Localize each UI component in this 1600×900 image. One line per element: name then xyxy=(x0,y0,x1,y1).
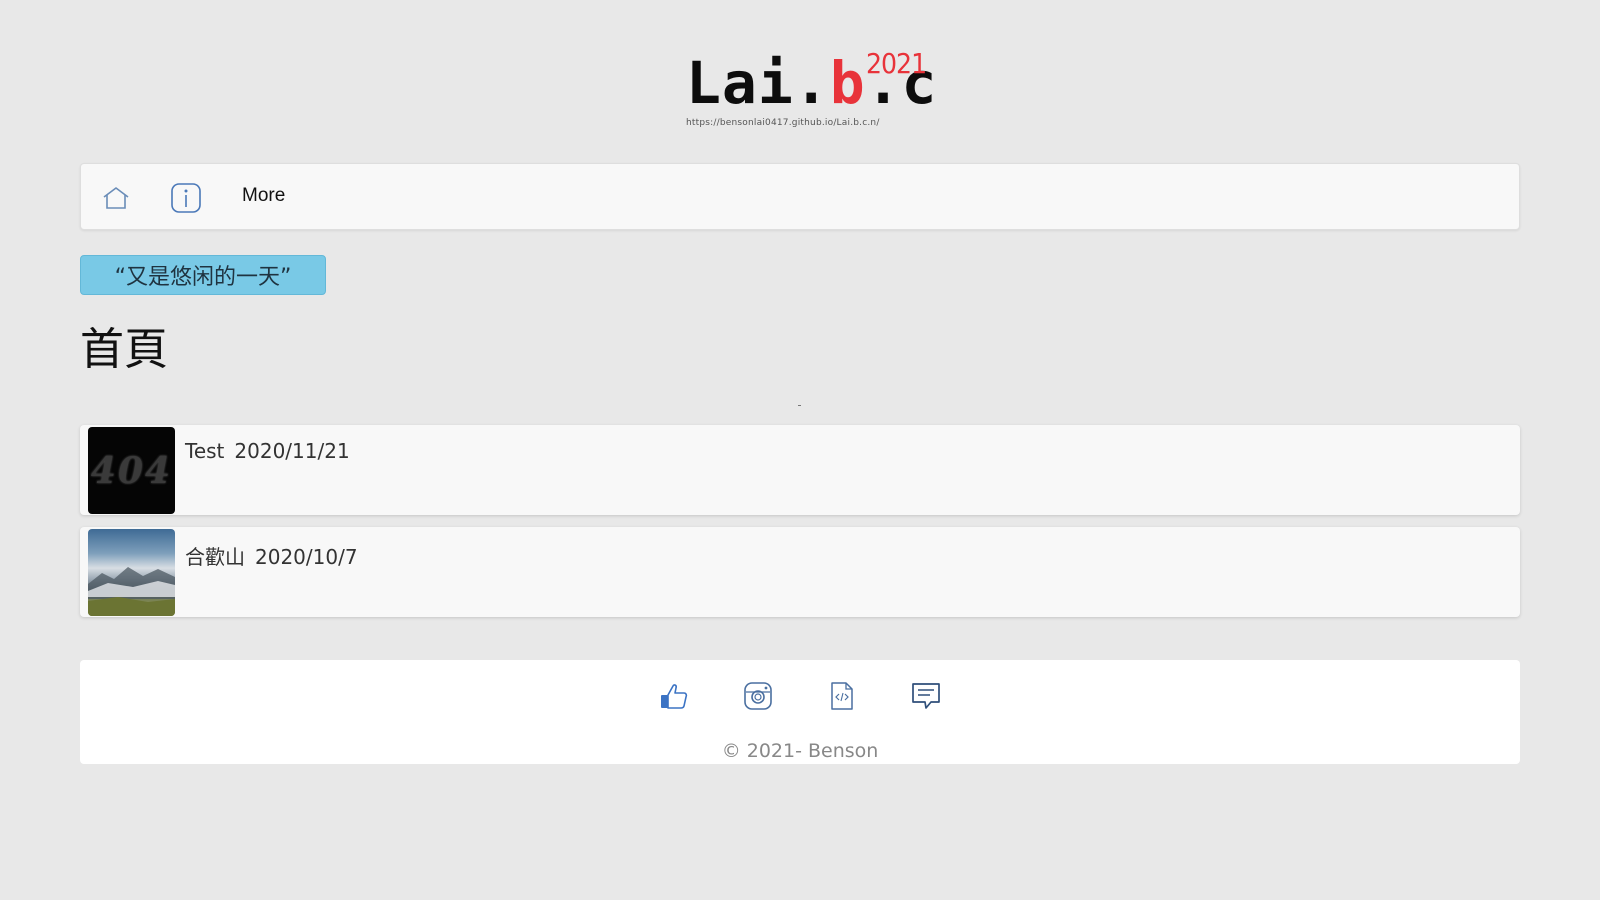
post-heading: Test 2020/11/21 xyxy=(185,439,350,463)
post-item[interactable]: 404 Test 2020/11/21 xyxy=(80,425,1520,515)
social-links xyxy=(80,680,1520,712)
logo-url: https://bensonlai0417.github.io/Lai.b.c.… xyxy=(686,118,880,128)
post-title: 合歡山 xyxy=(185,545,245,569)
post-date: 2020/11/21 xyxy=(234,439,350,463)
navbar: More xyxy=(80,163,1520,230)
logo-year: 2021 xyxy=(866,47,927,80)
footer: © 2021- Benson xyxy=(80,660,1520,764)
comment-icon[interactable] xyxy=(910,680,942,712)
thumbs-up-icon[interactable] xyxy=(658,680,690,712)
instagram-icon[interactable] xyxy=(742,680,774,712)
copyright-text: © 2021- Benson xyxy=(721,740,879,762)
post-item[interactable]: 合歡山 2020/10/7 xyxy=(80,527,1520,617)
post-list: 404 Test 2020/11/21 合歡山 2020/10/7 xyxy=(80,425,1520,629)
motto-badge: “又是悠闲的一天” xyxy=(80,255,326,295)
post-heading: 合歡山 2020/10/7 xyxy=(185,541,358,570)
page-title: 首頁 xyxy=(80,324,168,375)
code-file-icon[interactable] xyxy=(826,680,858,712)
post-thumbnail: 404 xyxy=(88,427,175,514)
more-menu-link[interactable]: More xyxy=(242,184,285,209)
post-title: Test xyxy=(185,439,225,463)
post-date: 2020/10/7 xyxy=(255,545,358,569)
post-thumbnail xyxy=(88,529,175,616)
home-icon[interactable] xyxy=(100,182,132,214)
divider-dot xyxy=(798,405,801,406)
info-icon[interactable] xyxy=(170,182,202,214)
site-logo[interactable]: Lai.b.c 2021 https://bensonlai0417.githu… xyxy=(686,50,936,132)
